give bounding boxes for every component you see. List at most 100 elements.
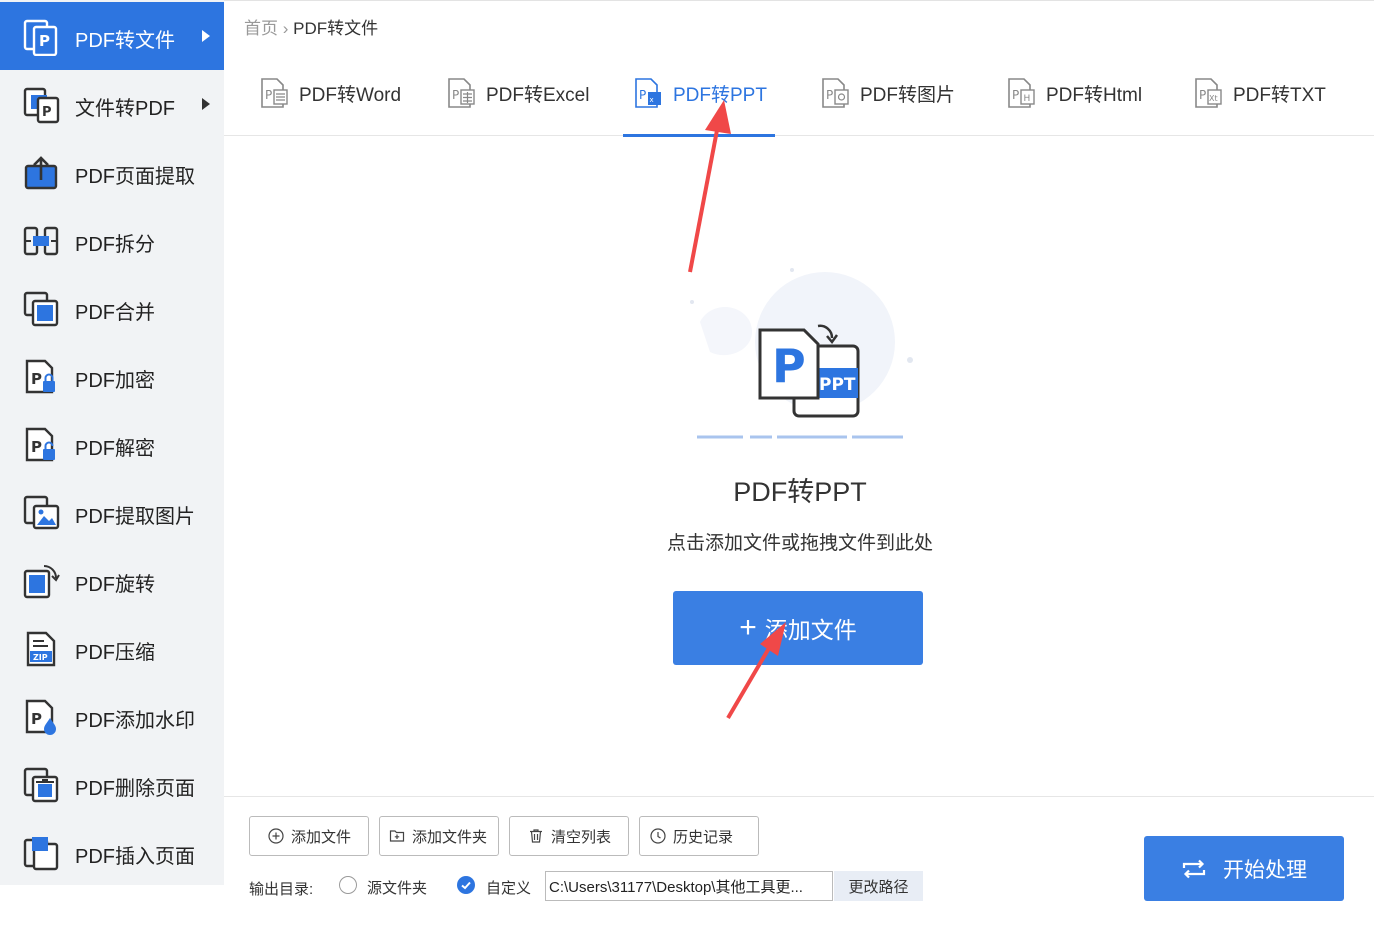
file-to-pdf-icon: P <box>23 87 60 124</box>
svg-text:P: P <box>42 105 52 120</box>
tab-label: PDF转图片 <box>860 84 956 106</box>
circle-plus-icon <box>268 828 284 844</box>
tab-label: PDF转TXT <box>1233 84 1326 106</box>
checkmark-icon <box>461 881 471 890</box>
sidebar-item-label: 文件转PDF <box>75 98 175 120</box>
sidebar-item-label: PDF拆分 <box>75 234 155 256</box>
repeat-icon <box>1182 859 1206 878</box>
sidebar-item-label: PDF旋转 <box>75 574 155 596</box>
sidebar-item-merge[interactable]: PDF合并 <box>0 274 224 342</box>
svg-text:P: P <box>1199 88 1206 102</box>
decrypt-unlock-icon: P <box>25 427 55 462</box>
output-path-input[interactable] <box>545 871 833 901</box>
svg-text:Xt: Xt <box>1209 94 1218 103</box>
conversion-tabs: P PDF转Word P PDF转Excel P x PDF转PPT P PDF… <box>224 50 1374 137</box>
sidebar-item-delete-page[interactable]: PDF删除页面 <box>0 750 224 818</box>
sidebar-item-split[interactable]: PDF拆分 <box>0 206 224 274</box>
bottom-divider <box>224 796 1374 797</box>
sidebar-item-label: PDF删除页面 <box>75 778 195 800</box>
zip-compress-icon: ZIP <box>26 631 56 667</box>
sidebar-item-encrypt[interactable]: P PDF加密 <box>0 342 224 410</box>
pdf-to-file-icon: P <box>23 19 58 56</box>
start-process-label: 开始处理 <box>1223 858 1307 882</box>
encrypt-lock-icon: P <box>25 359 55 394</box>
toolbar-history-button[interactable]: 历史记录 <box>639 816 759 856</box>
svg-text:P: P <box>31 710 42 728</box>
toolbar-add-folder-button[interactable]: 添加文件夹 <box>379 816 499 856</box>
sidebar-item-label: PDF解密 <box>75 438 155 460</box>
sidebar-item-insert-page[interactable]: PDF插入页面 <box>0 818 224 886</box>
tab-pdf-to-txt[interactable]: P Xt PDF转TXT <box>1193 50 1326 136</box>
folder-plus-icon <box>389 830 405 842</box>
sidebar-item-watermark[interactable]: P PDF添加水印 <box>0 682 224 750</box>
sidebar-item-label: PDF转文件 <box>75 30 175 52</box>
tab-label: PDF转Html <box>1046 84 1143 106</box>
sidebar-item-label: PDF提取图片 <box>75 506 195 528</box>
radio-source-folder[interactable] <box>339 876 357 894</box>
rotate-icon <box>23 565 60 599</box>
breadcrumb-separator: › <box>282 19 289 38</box>
breadcrumb-home[interactable]: 首页 <box>244 19 278 38</box>
sidebar-item-decrypt[interactable]: P PDF解密 <box>0 410 224 478</box>
sidebar-item-label: PDF加密 <box>75 370 155 392</box>
clock-icon <box>650 828 666 844</box>
pdf-txt-icon: P Xt <box>1195 78 1222 108</box>
sidebar-item-page-extract[interactable]: PDF页面提取 <box>0 138 224 206</box>
radio-custom[interactable] <box>457 876 475 894</box>
start-process-button[interactable]: 开始处理 <box>1144 836 1344 901</box>
plus-icon: + <box>739 611 757 644</box>
toolbar-add-folder-label: 添加文件夹 <box>412 828 488 846</box>
sidebar-item-rotate[interactable]: PDF旋转 <box>0 546 224 614</box>
sidebar-item-compress[interactable]: ZIP PDF压缩 <box>0 614 224 682</box>
sidebar-item-label: PDF插入页面 <box>75 846 195 868</box>
split-icon <box>23 226 59 256</box>
sidebar-item-extract-image[interactable]: PDF提取图片 <box>0 478 224 546</box>
toolbar-add-file-label: 添加文件 <box>291 828 352 846</box>
sidebar-item-label: PDF添加水印 <box>75 710 195 732</box>
add-file-label: 添加文件 <box>764 617 857 643</box>
radio-custom-label: 自定义 <box>486 880 532 897</box>
tab-label: PDF转PPT <box>673 84 767 106</box>
tab-pdf-to-ppt[interactable]: P x PDF转PPT <box>623 50 775 137</box>
active-tab-indicator <box>623 134 775 137</box>
svg-text:P: P <box>31 370 42 388</box>
extract-image-icon <box>23 495 60 530</box>
breadcrumb-current: PDF转文件 <box>293 19 379 38</box>
sidebar: P PDF转文件 P 文件转PDF PDF页面提取 PDF拆分 PDF合并 P … <box>0 0 224 885</box>
tab-pdf-to-image[interactable]: P PDF转图片 <box>820 50 955 136</box>
change-path-button[interactable]: 更改路径 <box>834 871 923 901</box>
svg-text:x: x <box>650 96 654 104</box>
tab-pdf-to-word[interactable]: P PDF转Word <box>259 50 401 136</box>
merge-icon <box>23 291 59 327</box>
hero-badge: PPT <box>819 375 856 395</box>
sidebar-item-file-to-pdf[interactable]: P 文件转PDF <box>0 70 224 138</box>
tab-pdf-to-html[interactable]: P H PDF转Html <box>1006 50 1142 136</box>
toolbar-clear-list-label: 清空列表 <box>551 828 612 846</box>
trash-icon <box>530 829 542 843</box>
toolbar-add-file-button[interactable]: 添加文件 <box>249 816 369 856</box>
svg-text:P: P <box>39 32 50 50</box>
svg-text:P: P <box>452 88 459 102</box>
svg-text:P: P <box>265 88 272 102</box>
sidebar-item-pdf-to-file[interactable]: P PDF转文件 <box>0 2 224 70</box>
toolbar-clear-list-button[interactable]: 清空列表 <box>509 816 629 856</box>
tab-label: PDF转Excel <box>486 84 590 106</box>
delete-page-icon <box>23 767 59 803</box>
pdf-to-ppt-illustration: PPT P <box>690 268 913 439</box>
sidebar-item-label: PDF合并 <box>75 302 155 324</box>
pdf-image-icon: P <box>822 78 849 108</box>
pdf-ppt-icon: P x <box>635 78 661 108</box>
svg-text:H: H <box>1024 94 1031 104</box>
output-dir-label: 输出目录: <box>249 881 314 898</box>
svg-text:P: P <box>1012 88 1019 102</box>
svg-text:P: P <box>31 438 42 456</box>
tab-pdf-to-excel[interactable]: P PDF转Excel <box>446 50 589 136</box>
pdf-excel-icon: P <box>448 78 475 108</box>
svg-text:P: P <box>826 88 833 102</box>
add-file-button[interactable]: + 添加文件 <box>673 591 923 665</box>
chevron-right-icon <box>202 98 210 110</box>
tab-label: PDF转Word <box>299 84 402 106</box>
sidebar-item-label: PDF压缩 <box>75 642 155 664</box>
drop-hint: 点击添加文件或拖拽文件到此处 <box>666 533 933 554</box>
svg-text:P: P <box>639 88 646 102</box>
